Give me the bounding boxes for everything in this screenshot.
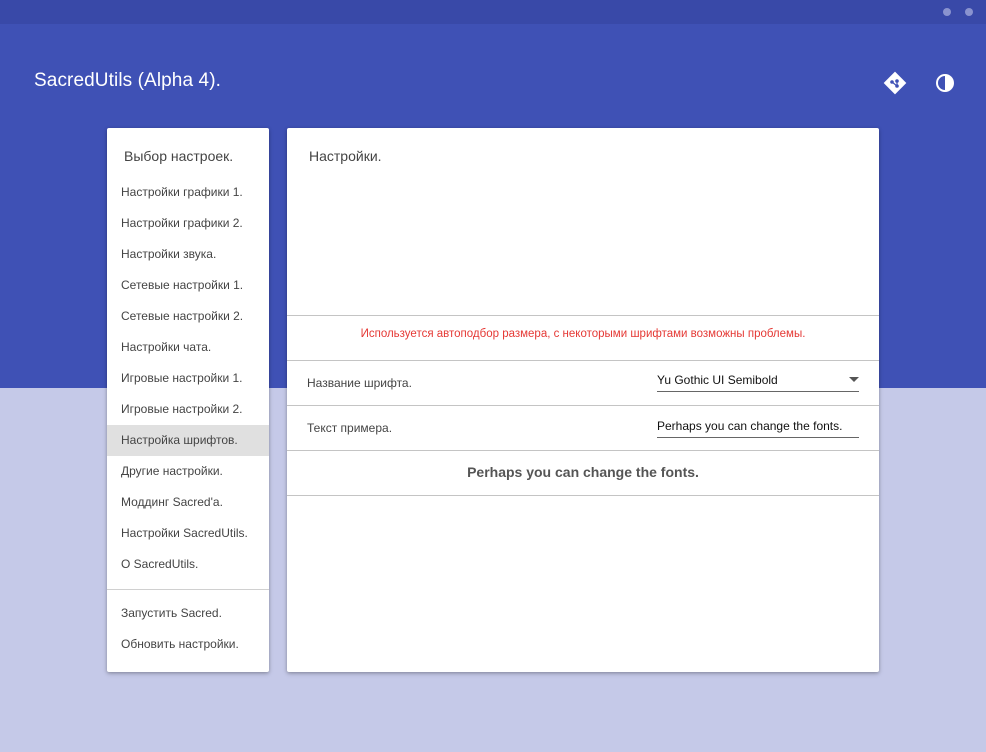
app-title: SacredUtils (Alpha 4). bbox=[34, 70, 221, 91]
font-name-label: Название шрифта. bbox=[307, 376, 412, 390]
content-heading: Настройки. bbox=[309, 148, 382, 164]
font-name-select[interactable]: Yu Gothic UI Semibold bbox=[657, 370, 859, 392]
font-preview-text: Perhaps you can change the fonts. bbox=[467, 464, 699, 480]
nav-item-game-2[interactable]: Игровые настройки 2. bbox=[107, 394, 269, 425]
git-icon[interactable] bbox=[882, 70, 908, 96]
nav-heading: Выбор настроек. bbox=[124, 148, 234, 164]
nav-divider bbox=[107, 589, 269, 590]
settings-content-card: Настройки. Используется автоподбор разме… bbox=[287, 128, 879, 672]
nav-item-game-1[interactable]: Игровые настройки 1. bbox=[107, 363, 269, 394]
nav-item-sacredutils-settings[interactable]: Настройки SacredUtils. bbox=[107, 518, 269, 549]
nav-item-graphics-2[interactable]: Настройки графики 2. bbox=[107, 208, 269, 239]
section-divider bbox=[287, 405, 879, 406]
nav-item-sound[interactable]: Настройки звука. bbox=[107, 239, 269, 270]
sample-text-field-wrapper bbox=[657, 416, 859, 438]
sample-text-input[interactable] bbox=[657, 416, 859, 436]
window-close-dot[interactable] bbox=[965, 8, 973, 16]
sample-text-label: Текст примера. bbox=[307, 421, 393, 435]
settings-nav-card: Выбор настроек. Настройки графики 1. Нас… bbox=[107, 128, 269, 672]
autosize-warning: Используется автоподбор размера, с некот… bbox=[360, 328, 806, 340]
update-settings-button[interactable]: Обновить настройки. bbox=[107, 629, 269, 660]
section-divider bbox=[287, 360, 879, 361]
chevron-down-icon bbox=[849, 377, 859, 382]
nav-item-network-1[interactable]: Сетевые настройки 1. bbox=[107, 270, 269, 301]
window-minimize-dot[interactable] bbox=[943, 8, 951, 16]
section-divider bbox=[287, 495, 879, 496]
section-divider bbox=[287, 450, 879, 451]
nav-actions: Запустить Sacred. Обновить настройки. bbox=[107, 598, 269, 660]
nav-item-modding[interactable]: Моддинг Sacred'a. bbox=[107, 487, 269, 518]
nav-item-network-2[interactable]: Сетевые настройки 2. bbox=[107, 301, 269, 332]
nav-item-chat[interactable]: Настройки чата. bbox=[107, 332, 269, 363]
nav-list: Настройки графики 1. Настройки графики 2… bbox=[107, 177, 269, 580]
nav-item-other[interactable]: Другие настройки. bbox=[107, 456, 269, 487]
nav-item-graphics-1[interactable]: Настройки графики 1. bbox=[107, 177, 269, 208]
nav-item-fonts[interactable]: Настройка шрифтов. bbox=[107, 425, 269, 456]
nav-item-about[interactable]: О SacredUtils. bbox=[107, 549, 269, 580]
launch-sacred-button[interactable]: Запустить Sacred. bbox=[107, 598, 269, 629]
window-titlebar bbox=[0, 0, 986, 24]
section-divider bbox=[287, 315, 879, 316]
font-name-value: Yu Gothic UI Semibold bbox=[657, 373, 778, 387]
theme-contrast-icon[interactable] bbox=[932, 70, 958, 96]
